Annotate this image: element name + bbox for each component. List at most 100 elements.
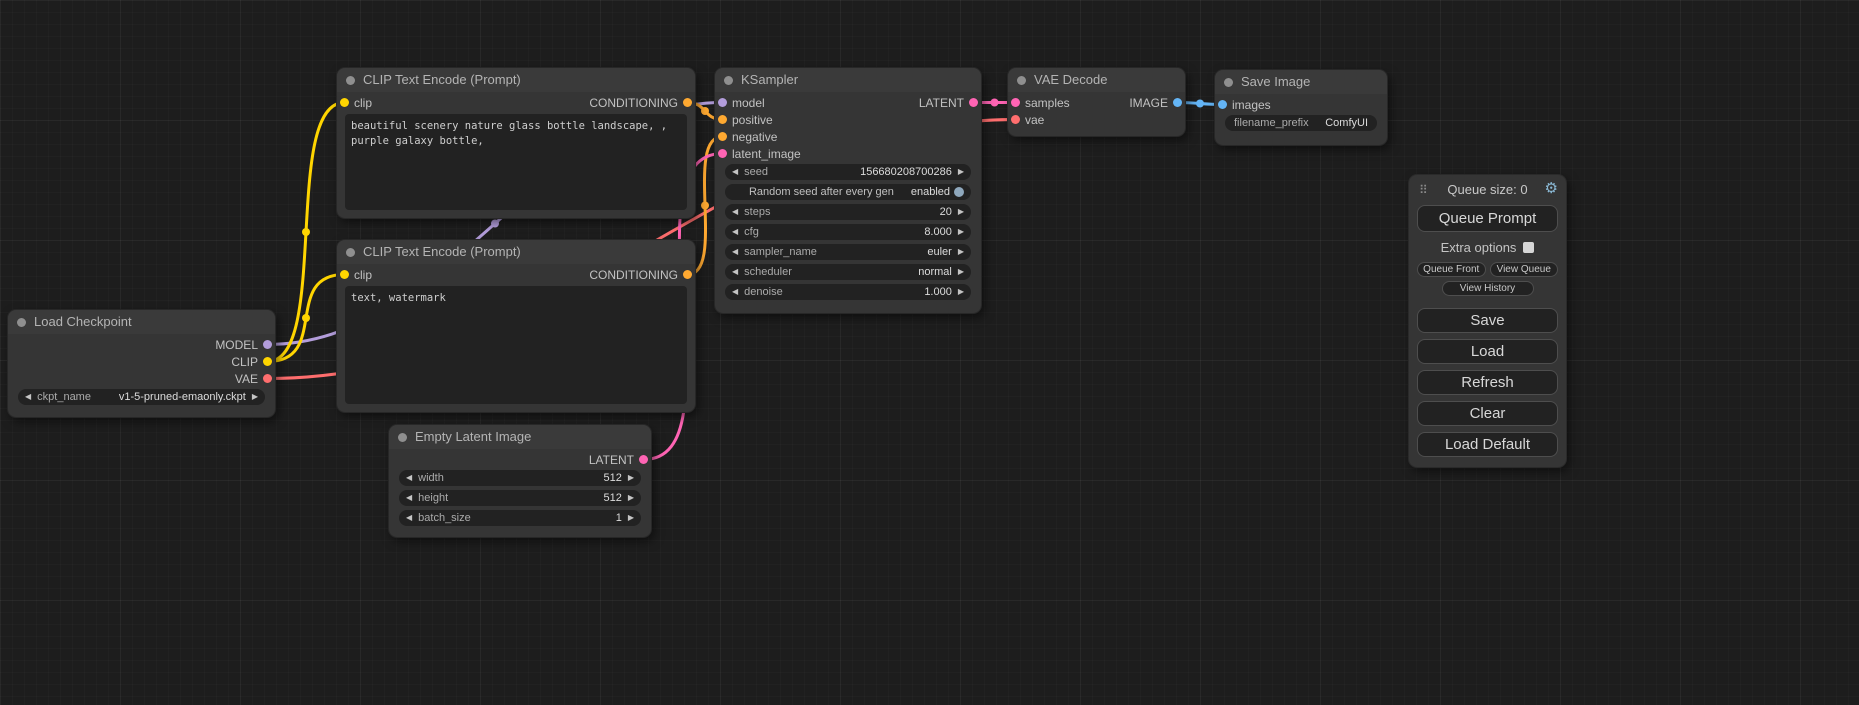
wire-midpoint-latent-out [991, 99, 999, 107]
node-clip-text-encode-negative[interactable]: CLIP Text Encode (Prompt) clip CONDITION… [337, 240, 695, 412]
output-port-image[interactable] [1173, 98, 1182, 107]
node-title-bar[interactable]: CLIP Text Encode (Prompt) [337, 240, 695, 264]
widget-filename-prefix[interactable]: filename_prefix ComfyUI [1225, 115, 1377, 131]
wire-midpoint-cond-negative [701, 202, 709, 210]
increment-arrow-icon[interactable]: ▶ [958, 208, 964, 216]
input-port-samples[interactable] [1011, 98, 1020, 107]
input-port-clip[interactable] [340, 270, 349, 279]
increment-arrow-icon[interactable]: ▶ [628, 474, 634, 482]
increment-arrow-icon[interactable]: ▶ [958, 248, 964, 256]
widget-sampler-name[interactable]: ◀ sampler_name euler ▶ [725, 244, 971, 260]
node-title-bar[interactable]: Empty Latent Image [389, 425, 651, 449]
clear-button[interactable]: Clear [1417, 401, 1558, 426]
toggle-indicator-icon[interactable] [954, 187, 964, 197]
drag-handle-icon[interactable]: ⠿ [1419, 181, 1428, 199]
output-port-conditioning[interactable] [683, 270, 692, 279]
widget-random-seed[interactable]: Random seed after every gen enabled [725, 184, 971, 200]
decrement-arrow-icon[interactable]: ◀ [732, 208, 738, 216]
widget-denoise[interactable]: ◀ denoise 1.000 ▶ [725, 284, 971, 300]
node-title-bar[interactable]: Save Image [1215, 70, 1387, 94]
widget-label: steps [744, 206, 770, 218]
node-graph-canvas[interactable]: Load Checkpoint MODEL CLIP VAE [0, 0, 1859, 705]
refresh-button[interactable]: Refresh [1417, 370, 1558, 395]
prompt-text-input[interactable]: beautiful scenery nature glass bottle la… [345, 114, 687, 210]
input-port-images[interactable] [1218, 100, 1227, 109]
input-label: latent_image [732, 147, 801, 161]
node-vae-decode[interactable]: VAE Decode samples IMAGE vae [1008, 68, 1185, 136]
node-title-bar[interactable]: KSampler [715, 68, 981, 92]
collapse-dot-icon[interactable] [346, 76, 355, 85]
increment-arrow-icon[interactable]: ▶ [958, 268, 964, 276]
widget-batch-size[interactable]: ◀ batch_size 1 ▶ [399, 510, 641, 526]
decrement-arrow-icon[interactable]: ◀ [732, 248, 738, 256]
widget-width[interactable]: ◀ width 512 ▶ [399, 470, 641, 486]
node-empty-latent-image[interactable]: Empty Latent Image LATENT ◀ width 512 ▶ … [389, 425, 651, 537]
decrement-arrow-icon[interactable]: ◀ [732, 288, 738, 296]
widget-scheduler[interactable]: ◀ scheduler normal ▶ [725, 264, 971, 280]
output-label: IMAGE [1129, 96, 1168, 110]
increment-arrow-icon[interactable]: ▶ [252, 393, 258, 401]
queue-prompt-button[interactable]: Queue Prompt [1417, 205, 1558, 232]
output-label: MODEL [215, 338, 258, 352]
prompt-text-input[interactable]: text, watermark [345, 286, 687, 404]
node-save-image[interactable]: Save Image images filename_prefix ComfyU… [1215, 70, 1387, 145]
widget-area: ◀ width 512 ▶ ◀ height 512 ▶ ◀ batch_siz… [389, 468, 651, 532]
collapse-dot-icon[interactable] [17, 318, 26, 327]
decrement-arrow-icon[interactable]: ◀ [732, 228, 738, 236]
load-button[interactable]: Load [1417, 339, 1558, 364]
node-clip-text-encode-positive[interactable]: CLIP Text Encode (Prompt) clip CONDITION… [337, 68, 695, 218]
view-queue-button[interactable]: View Queue [1490, 262, 1559, 277]
collapse-dot-icon[interactable] [1017, 76, 1026, 85]
output-port-latent[interactable] [639, 455, 648, 464]
view-history-button[interactable]: View History [1442, 281, 1534, 296]
input-port-model[interactable] [718, 98, 727, 107]
output-port-model[interactable] [263, 340, 272, 349]
node-title-bar[interactable]: Load Checkpoint [8, 310, 275, 334]
collapse-dot-icon[interactable] [724, 76, 733, 85]
collapse-dot-icon[interactable] [346, 248, 355, 257]
input-port-latent-image[interactable] [718, 149, 727, 158]
output-port-latent[interactable] [969, 98, 978, 107]
input-port-negative[interactable] [718, 132, 727, 141]
widget-value: 1.000 [924, 286, 958, 298]
decrement-arrow-icon[interactable]: ◀ [406, 474, 412, 482]
slot-row: samples IMAGE [1008, 94, 1185, 111]
increment-arrow-icon[interactable]: ▶ [628, 494, 634, 502]
settings-gear-icon[interactable]: ⚙ [1545, 180, 1558, 198]
input-port-clip[interactable] [340, 98, 349, 107]
node-ksampler[interactable]: KSampler model LATENT positive negative [715, 68, 981, 313]
collapse-dot-icon[interactable] [398, 433, 407, 442]
widget-height[interactable]: ◀ height 512 ▶ [399, 490, 641, 506]
widget-seed[interactable]: ◀ seed 156680208700286 ▶ [725, 164, 971, 180]
output-port-conditioning[interactable] [683, 98, 692, 107]
node-load-checkpoint[interactable]: Load Checkpoint MODEL CLIP VAE [8, 310, 275, 417]
collapse-dot-icon[interactable] [1224, 78, 1233, 87]
increment-arrow-icon[interactable]: ▶ [958, 228, 964, 236]
increment-arrow-icon[interactable]: ▶ [628, 514, 634, 522]
decrement-arrow-icon[interactable]: ◀ [732, 168, 738, 176]
widget-ckpt-name[interactable]: ◀ ckpt_name v1-5-pruned-emaonly.ckpt ▶ [18, 389, 265, 405]
extra-options-checkbox[interactable] [1523, 242, 1534, 253]
decrement-arrow-icon[interactable]: ◀ [25, 393, 31, 401]
slot-row: images [1215, 96, 1387, 113]
widget-value: v1-5-pruned-emaonly.ckpt [119, 391, 252, 403]
queue-front-button[interactable]: Queue Front [1417, 262, 1486, 277]
load-default-button[interactable]: Load Default [1417, 432, 1558, 457]
menu-button-column: Save Load Refresh Clear Load Default [1417, 308, 1558, 457]
widget-value: enabled [911, 186, 954, 198]
output-port-clip[interactable] [263, 357, 272, 366]
increment-arrow-icon[interactable]: ▶ [958, 168, 964, 176]
decrement-arrow-icon[interactable]: ◀ [406, 514, 412, 522]
decrement-arrow-icon[interactable]: ◀ [406, 494, 412, 502]
widget-steps[interactable]: ◀ steps 20 ▶ [725, 204, 971, 220]
node-title-bar[interactable]: CLIP Text Encode (Prompt) [337, 68, 695, 92]
input-port-vae[interactable] [1011, 115, 1020, 124]
slot-row: latent_image [715, 145, 981, 162]
output-port-vae[interactable] [263, 374, 272, 383]
save-button[interactable]: Save [1417, 308, 1558, 333]
node-title-bar[interactable]: VAE Decode [1008, 68, 1185, 92]
increment-arrow-icon[interactable]: ▶ [958, 288, 964, 296]
input-port-positive[interactable] [718, 115, 727, 124]
decrement-arrow-icon[interactable]: ◀ [732, 268, 738, 276]
widget-cfg[interactable]: ◀ cfg 8.000 ▶ [725, 224, 971, 240]
